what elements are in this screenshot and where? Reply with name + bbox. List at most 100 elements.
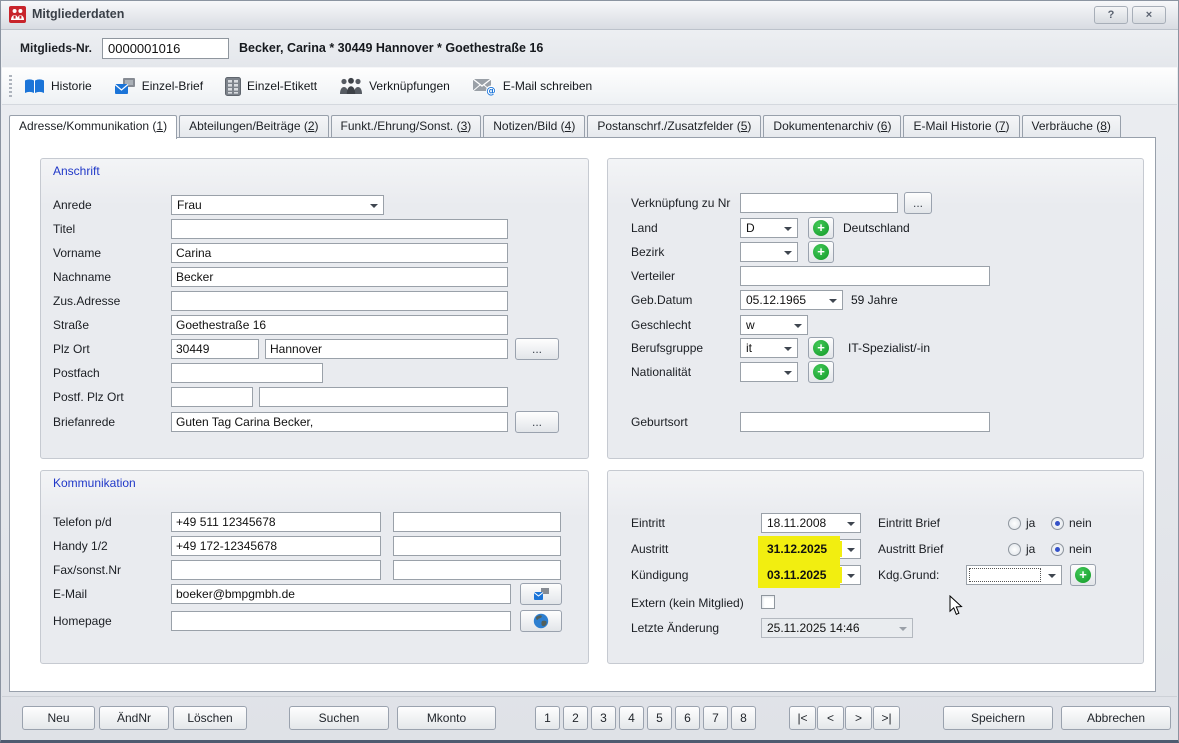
- tab-email-historie[interactable]: E-Mail Historie (7): [903, 115, 1019, 137]
- kdg-grund-combobox[interactable]: [966, 565, 1062, 585]
- help-button[interactable]: ?: [1094, 6, 1128, 24]
- berufsgruppe-combobox[interactable]: it: [740, 338, 798, 358]
- extern-checkbox[interactable]: [761, 595, 775, 609]
- mkonto-button[interactable]: Mkonto: [397, 706, 496, 730]
- postf-ort-input[interactable]: [259, 387, 508, 407]
- radio-selected-icon: [1051, 543, 1064, 556]
- plz-ort-browse-button[interactable]: ...: [515, 338, 559, 360]
- kuendigung-date-combobox[interactable]: 03.11.2025: [761, 565, 861, 585]
- austritt-date-combobox[interactable]: 31.12.2025: [761, 539, 861, 559]
- briefanrede-input[interactable]: [171, 412, 508, 432]
- titel-input[interactable]: [171, 219, 508, 239]
- tab-verbraeuche[interactable]: Verbräuche (8): [1022, 115, 1121, 137]
- eintritt-brief-nein-radio[interactable]: nein: [1051, 513, 1092, 533]
- strasse-label: Straße: [53, 315, 89, 335]
- telefon2-input[interactable]: [393, 512, 561, 532]
- tab-page-adresse-kommunikation: Anschrift Anrede Frau Titel Vorname Nach…: [9, 137, 1156, 692]
- suchen-button[interactable]: Suchen: [289, 706, 389, 730]
- postf-plz-input[interactable]: [171, 387, 253, 407]
- land-combobox[interactable]: D: [740, 218, 798, 238]
- geschlecht-combobox[interactable]: w: [740, 315, 808, 335]
- title-bar[interactable]: Mitgliederdaten ? ×: [1, 1, 1178, 30]
- fax1-input[interactable]: [171, 560, 381, 580]
- page-8-button[interactable]: 8: [731, 706, 756, 730]
- bezirk-combobox[interactable]: [740, 242, 798, 262]
- nav-next-button[interactable]: >: [845, 706, 872, 730]
- eintritt-date-combobox[interactable]: 18.11.2008: [761, 513, 861, 533]
- berufsgruppe-add-button[interactable]: [808, 337, 834, 359]
- tab-abteilungen-beitraege[interactable]: Abteilungen/Beiträge (2): [179, 115, 328, 137]
- briefanrede-label: Briefanrede: [53, 412, 115, 432]
- page-5-button[interactable]: 5: [647, 706, 672, 730]
- speichern-button[interactable]: Speichern: [943, 706, 1053, 730]
- geb-datum-label: Geb.Datum: [631, 290, 692, 310]
- berufsgruppe-text: IT-Spezialist/-in: [848, 338, 930, 358]
- tab-postanschrf-zusatzfelder[interactable]: Postanschrf./Zusatzfelder (5): [587, 115, 761, 137]
- page-2-button[interactable]: 2: [563, 706, 588, 730]
- land-add-button[interactable]: [808, 217, 834, 239]
- handy1-input[interactable]: [171, 536, 381, 556]
- toolbar-grip[interactable]: [9, 75, 12, 99]
- chevron-down-icon: [784, 227, 792, 231]
- nationalitaet-add-button[interactable]: [808, 361, 834, 383]
- nav-last-button[interactable]: >|: [873, 706, 900, 730]
- plus-icon: [813, 340, 829, 356]
- land-label: Land: [631, 218, 658, 238]
- tab-dokumentenarchiv[interactable]: Dokumentenarchiv (6): [763, 115, 901, 137]
- loeschen-button[interactable]: Löschen: [173, 706, 247, 730]
- ort-input[interactable]: [265, 339, 508, 359]
- plz-input[interactable]: [171, 339, 259, 359]
- eintritt-brief-ja-radio[interactable]: ja: [1008, 513, 1035, 533]
- send-email-button[interactable]: [520, 583, 562, 605]
- nationalitaet-combobox[interactable]: [740, 362, 798, 382]
- open-homepage-button[interactable]: [520, 610, 562, 632]
- nachname-label: Nachname: [53, 267, 111, 287]
- tab-adresse-kommunikation[interactable]: Adresse/Kommunikation (1): [9, 115, 177, 139]
- anrede-combobox[interactable]: Frau: [171, 195, 384, 215]
- verknuepfungen-button[interactable]: Verknüpfungen: [339, 77, 450, 95]
- fax2-input[interactable]: [393, 560, 561, 580]
- abbrechen-button[interactable]: Abbrechen: [1061, 706, 1171, 730]
- historie-button[interactable]: Historie: [24, 78, 92, 95]
- neu-button[interactable]: Neu: [22, 706, 95, 730]
- close-button[interactable]: ×: [1132, 6, 1166, 24]
- email-schreiben-button[interactable]: @ E-Mail schreiben: [472, 77, 592, 96]
- einzel-brief-button[interactable]: Einzel-Brief: [114, 77, 203, 95]
- page-6-button[interactable]: 6: [675, 706, 700, 730]
- tab-notizen-bild[interactable]: Notizen/Bild (4): [483, 115, 585, 137]
- einzel-etikett-button[interactable]: Einzel-Etikett: [225, 77, 317, 96]
- austritt-brief-ja-radio[interactable]: ja: [1008, 539, 1035, 559]
- kdg-grund-add-button[interactable]: [1070, 564, 1096, 586]
- austritt-brief-nein-radio[interactable]: nein: [1051, 539, 1092, 559]
- postfach-input[interactable]: [171, 363, 323, 383]
- vorname-input[interactable]: [171, 243, 508, 263]
- letzte-aenderung-label: Letzte Änderung: [631, 618, 719, 638]
- tab-funkt-ehrung-sonst[interactable]: Funkt./Ehrung/Sonst. (3): [331, 115, 482, 137]
- aendnr-button[interactable]: ÄndNr: [99, 706, 169, 730]
- page-4-button[interactable]: 4: [619, 706, 644, 730]
- verknuepfung-input[interactable]: [740, 193, 898, 213]
- nav-first-button[interactable]: |<: [789, 706, 816, 730]
- verteiler-input[interactable]: [740, 266, 990, 286]
- homepage-input[interactable]: [171, 611, 511, 631]
- handy-label: Handy 1/2: [53, 536, 108, 556]
- zus-adresse-input[interactable]: [171, 291, 508, 311]
- handy2-input[interactable]: [393, 536, 561, 556]
- telefon1-input[interactable]: [171, 512, 381, 532]
- bezirk-add-button[interactable]: [808, 241, 834, 263]
- verknuepfung-browse-button[interactable]: ...: [904, 192, 932, 214]
- page-7-button[interactable]: 7: [703, 706, 728, 730]
- anschrift-group: Anschrift Anrede Frau Titel Vorname Nach…: [40, 158, 589, 459]
- geb-datum-combobox[interactable]: 05.12.1965: [740, 290, 843, 310]
- briefanrede-browse-button[interactable]: ...: [515, 411, 559, 433]
- send-email-icon: [533, 587, 550, 601]
- member-no-input[interactable]: [102, 38, 229, 59]
- strasse-input[interactable]: [171, 315, 508, 335]
- svg-text:@: @: [486, 86, 496, 96]
- page-3-button[interactable]: 3: [591, 706, 616, 730]
- nav-prev-button[interactable]: <: [817, 706, 844, 730]
- nachname-input[interactable]: [171, 267, 508, 287]
- geburtsort-input[interactable]: [740, 412, 990, 432]
- email-input[interactable]: [171, 584, 511, 604]
- page-1-button[interactable]: 1: [535, 706, 560, 730]
